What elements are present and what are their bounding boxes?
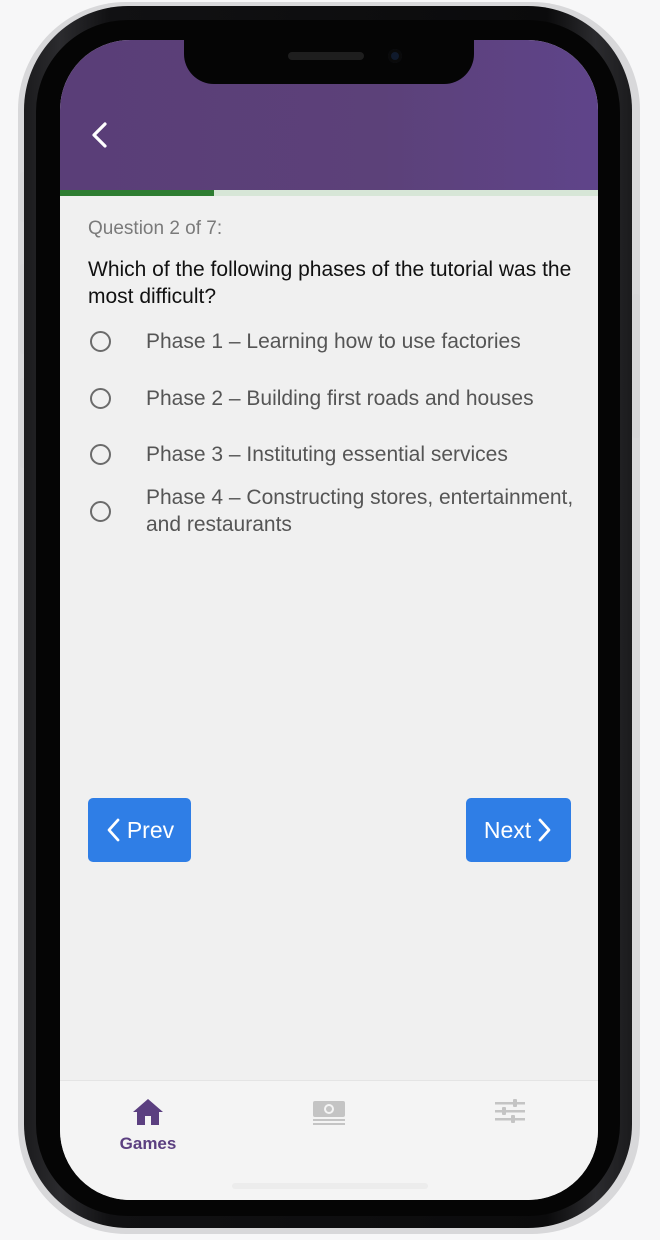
- question-text: Which of the following phases of the tut…: [88, 258, 572, 308]
- answer-option-label: Phase 4 – Constructing stores, entertain…: [146, 486, 574, 536]
- chevron-right-icon: [538, 818, 551, 842]
- answer-option-label: Phase 3 – Instituting essential services: [146, 443, 508, 466]
- tab-settings[interactable]: [450, 1097, 570, 1132]
- answer-option-2[interactable]: Phase 2 – Building first roads and house…: [88, 363, 578, 433]
- radio-button[interactable]: [90, 331, 111, 352]
- home-icon: [133, 1099, 163, 1125]
- sliders-icon: [495, 1099, 525, 1123]
- question-counter: Question 2 of 7:: [88, 218, 223, 239]
- answer-option-4[interactable]: Phase 4 – Constructing stores, entertain…: [88, 476, 578, 546]
- chevron-left-icon: [107, 818, 120, 842]
- quiz-progress-fill: [60, 190, 214, 196]
- answer-option-1[interactable]: Phase 1 – Learning how to use factories: [88, 320, 578, 363]
- next-button-label: Next: [483, 816, 532, 843]
- tab-bar: Games: [60, 1080, 598, 1200]
- prev-button[interactable]: Prev: [88, 798, 191, 862]
- answer-option-label: Phase 1 – Learning how to use factories: [146, 330, 521, 353]
- phone-screen: Question 2 of 7: Which of the following …: [60, 40, 598, 1200]
- quiz-progress-bar: [60, 190, 598, 196]
- radio-button[interactable]: [90, 387, 111, 409]
- radio-button[interactable]: [90, 500, 111, 522]
- stage: Question 2 of 7: Which of the following …: [0, 0, 660, 1240]
- notch: [184, 40, 474, 84]
- next-button[interactable]: Next: [466, 798, 571, 862]
- front-camera: [388, 49, 402, 63]
- money-icon: [313, 1101, 345, 1125]
- radio-button[interactable]: [90, 444, 111, 465]
- answer-option-label: Phase 2 – Building first roads and house…: [146, 386, 534, 410]
- speaker-grille: [288, 52, 364, 60]
- phone-power-button: [632, 294, 640, 438]
- answer-option-3[interactable]: Phase 3 – Instituting essential services: [88, 433, 578, 476]
- home-indicator: [232, 1183, 428, 1189]
- tab-games-label: Games: [119, 1134, 177, 1153]
- prev-button-label: Prev: [126, 816, 175, 843]
- quiz-content: Question 2 of 7: Which of the following …: [88, 218, 578, 546]
- tab-money[interactable]: [269, 1097, 389, 1132]
- back-button[interactable]: [86, 118, 116, 152]
- tab-games[interactable]: Games: [88, 1097, 208, 1154]
- chevron-left-icon: [92, 122, 107, 148]
